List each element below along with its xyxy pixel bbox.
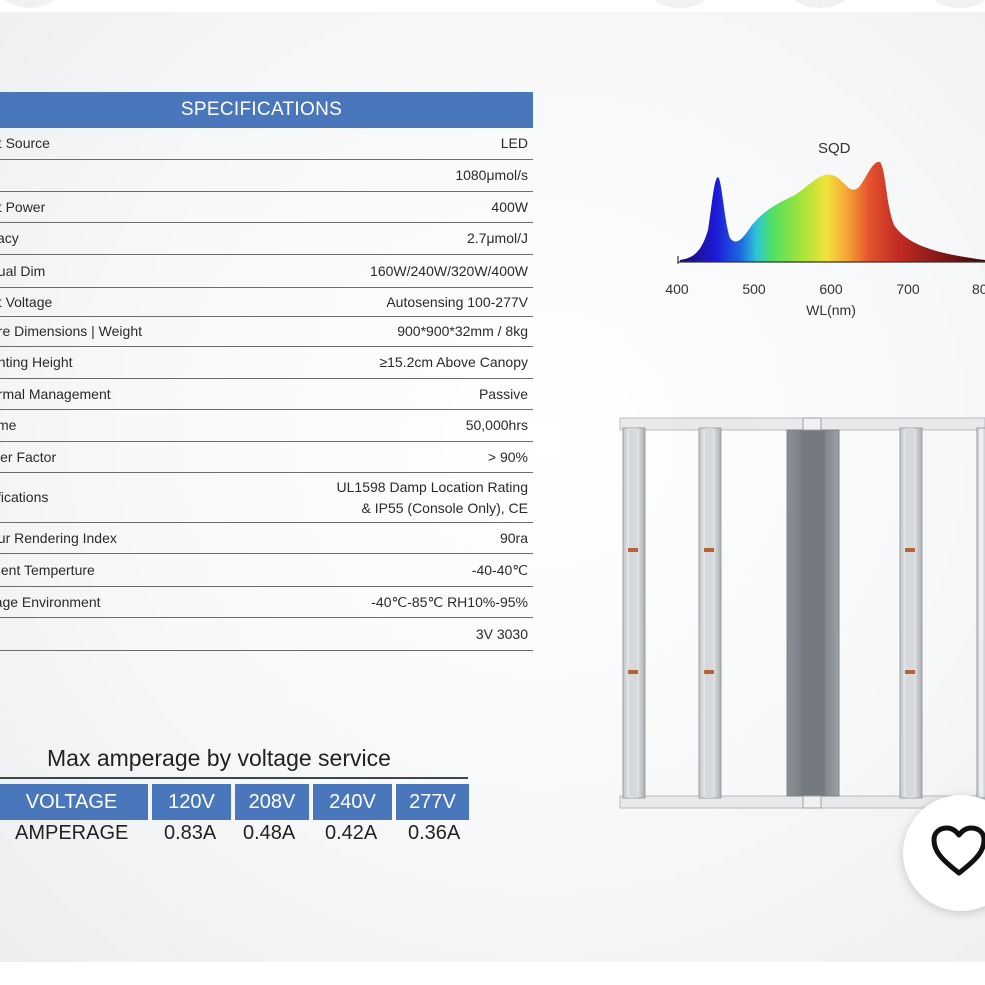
spec-table-title: SPECIFICATIONS bbox=[0, 92, 533, 128]
spec-row: nual Dim 160W/240W/320W/400W bbox=[0, 255, 533, 288]
spec-value: 900*900*32mm / 8kg bbox=[397, 323, 528, 339]
amperage-title-divider bbox=[0, 777, 468, 779]
spec-row: cacy 2.7μmol/J bbox=[0, 223, 533, 255]
spec-label: rage Environment bbox=[0, 594, 101, 610]
spec-value: UL1598 Damp Location Rating & IP55 (Conso… bbox=[337, 477, 528, 519]
spec-row: F1080μmol/s bbox=[0, 160, 533, 192]
spec-value: Passive bbox=[478, 386, 528, 402]
spec-label: our Rendering Index bbox=[0, 530, 117, 546]
spec-value: 1080μmol/s bbox=[455, 167, 528, 183]
carousel-thumb-4[interactable] bbox=[930, 0, 985, 8]
spec-label: bient Temperture bbox=[0, 562, 95, 578]
spec-value: LED bbox=[500, 135, 528, 151]
led-bar-3 bbox=[899, 427, 923, 799]
amperage-header-240v: 240V bbox=[313, 784, 392, 820]
spectrum-chart: 400 500 600 700 80 WL(nm) bbox=[665, 161, 985, 318]
spec-value: 2.7μmol/J bbox=[467, 230, 528, 246]
spec-row: rage Environment -40℃-85℃ RH10%-95% bbox=[0, 587, 533, 618]
spec-value: 50,000hrs bbox=[465, 417, 528, 433]
heart-outline-icon bbox=[931, 825, 985, 876]
led-bar-1 bbox=[622, 427, 646, 799]
spec-value: > 90% bbox=[487, 449, 528, 465]
amperage-header-120v: 120V bbox=[152, 784, 231, 820]
spec-value: 160W/240W/320W/400W bbox=[370, 263, 528, 279]
amperage-value-208v: 0.48A bbox=[243, 822, 296, 844]
spec-label: tifications bbox=[0, 489, 49, 505]
spec-row: our Rendering Index 90ra bbox=[0, 523, 533, 554]
amperage-header-277v: 277V bbox=[396, 784, 469, 820]
spec-row: time 50,000hrs bbox=[0, 410, 533, 442]
spec-row: wer Factor > 90% bbox=[0, 442, 533, 473]
spec-row: ut Power 400W bbox=[0, 192, 533, 223]
amperage-row-label: AMPERAGE bbox=[15, 822, 129, 844]
amperage-value-240v: 0.42A bbox=[325, 822, 378, 844]
spec-row: ure Dimensions | Weight 900*900*32mm / 8k… bbox=[0, 317, 533, 347]
spec-label: nual Dim bbox=[0, 263, 46, 279]
spectrum-x-tick-500: 500 bbox=[742, 281, 766, 297]
spec-value-line-2: & IP55 (Console Only), CE bbox=[361, 500, 528, 516]
spectrum-curve bbox=[680, 161, 985, 262]
spec-label: unting Height bbox=[0, 354, 73, 370]
amperage-value-120v: 0.83A bbox=[164, 822, 217, 844]
spec-row: ermal Management Passive bbox=[0, 379, 533, 410]
spec-label: time bbox=[0, 417, 17, 433]
spec-value: 400W bbox=[491, 199, 528, 215]
amperage-value-277v: 0.36A bbox=[408, 822, 461, 844]
spec-value: 3V 3030 bbox=[475, 626, 528, 642]
spec-label: wer Factor bbox=[0, 449, 57, 465]
carousel-thumb-3[interactable] bbox=[790, 0, 850, 8]
amperage-table-title: Max amperage by voltage service bbox=[47, 745, 391, 771]
light-fixture-image bbox=[619, 417, 985, 809]
center-driver-bar bbox=[786, 417, 840, 809]
spec-value: -40-40℃ bbox=[471, 562, 528, 578]
spec-label: ure Dimensions | Weight bbox=[0, 323, 142, 339]
spec-label: ut Power bbox=[0, 199, 46, 215]
specifications-table: SPECIFICATIONS nt SourceLEDF1080μmol/sut… bbox=[0, 92, 533, 651]
spec-value: ≥15.2cm Above Canopy bbox=[379, 354, 528, 370]
spectrum-x-tick-600: 600 bbox=[819, 281, 843, 297]
spec-row: bient Temperture -40-40℃ bbox=[0, 554, 533, 587]
spec-rows: nt Source LED F1080μmol/s ut Power 400W cacy 2… bbox=[0, 128, 533, 651]
spec-label: ut Voltage bbox=[0, 294, 53, 310]
carousel-thumb-1[interactable] bbox=[0, 0, 60, 8]
spec-label: cacy bbox=[0, 230, 19, 246]
spectrum-x-tick-800: 80 bbox=[972, 281, 985, 297]
spec-label: ermal Management bbox=[0, 386, 111, 402]
led-bar-2 bbox=[698, 427, 722, 799]
spec-row: tifications UL1598 Damp Location Rating & … bbox=[0, 473, 533, 523]
spec-value: 90ra bbox=[499, 530, 528, 546]
spec-value: Autosensing 100-277V bbox=[386, 294, 528, 310]
spec-value-line-1: UL1598 Damp Location Rating bbox=[336, 479, 528, 495]
carousel-thumb-2[interactable] bbox=[650, 0, 710, 8]
spec-row: nt Source LED bbox=[0, 128, 533, 160]
spec-row: unting Height ≥15.2cm Above Canopy bbox=[0, 347, 533, 379]
spec-row: p3V 3030 bbox=[0, 618, 533, 651]
amperage-header-voltage: VOLTAGE bbox=[0, 784, 148, 820]
led-bar-4 bbox=[976, 427, 985, 799]
amperage-header-208v: 208V bbox=[235, 784, 309, 820]
bottom-strip bbox=[0, 962, 985, 985]
spec-label: nt Source bbox=[0, 135, 50, 151]
spec-row: ut Voltage Autosensing 100-277V bbox=[0, 288, 533, 317]
spectrum-x-axis-label: WL(nm) bbox=[806, 302, 856, 318]
spec-value: -40℃-85℃ RH10%-95% bbox=[371, 594, 528, 610]
spectrum-x-tick-700: 700 bbox=[896, 281, 920, 297]
spectrum-x-tick-400: 400 bbox=[665, 281, 689, 297]
